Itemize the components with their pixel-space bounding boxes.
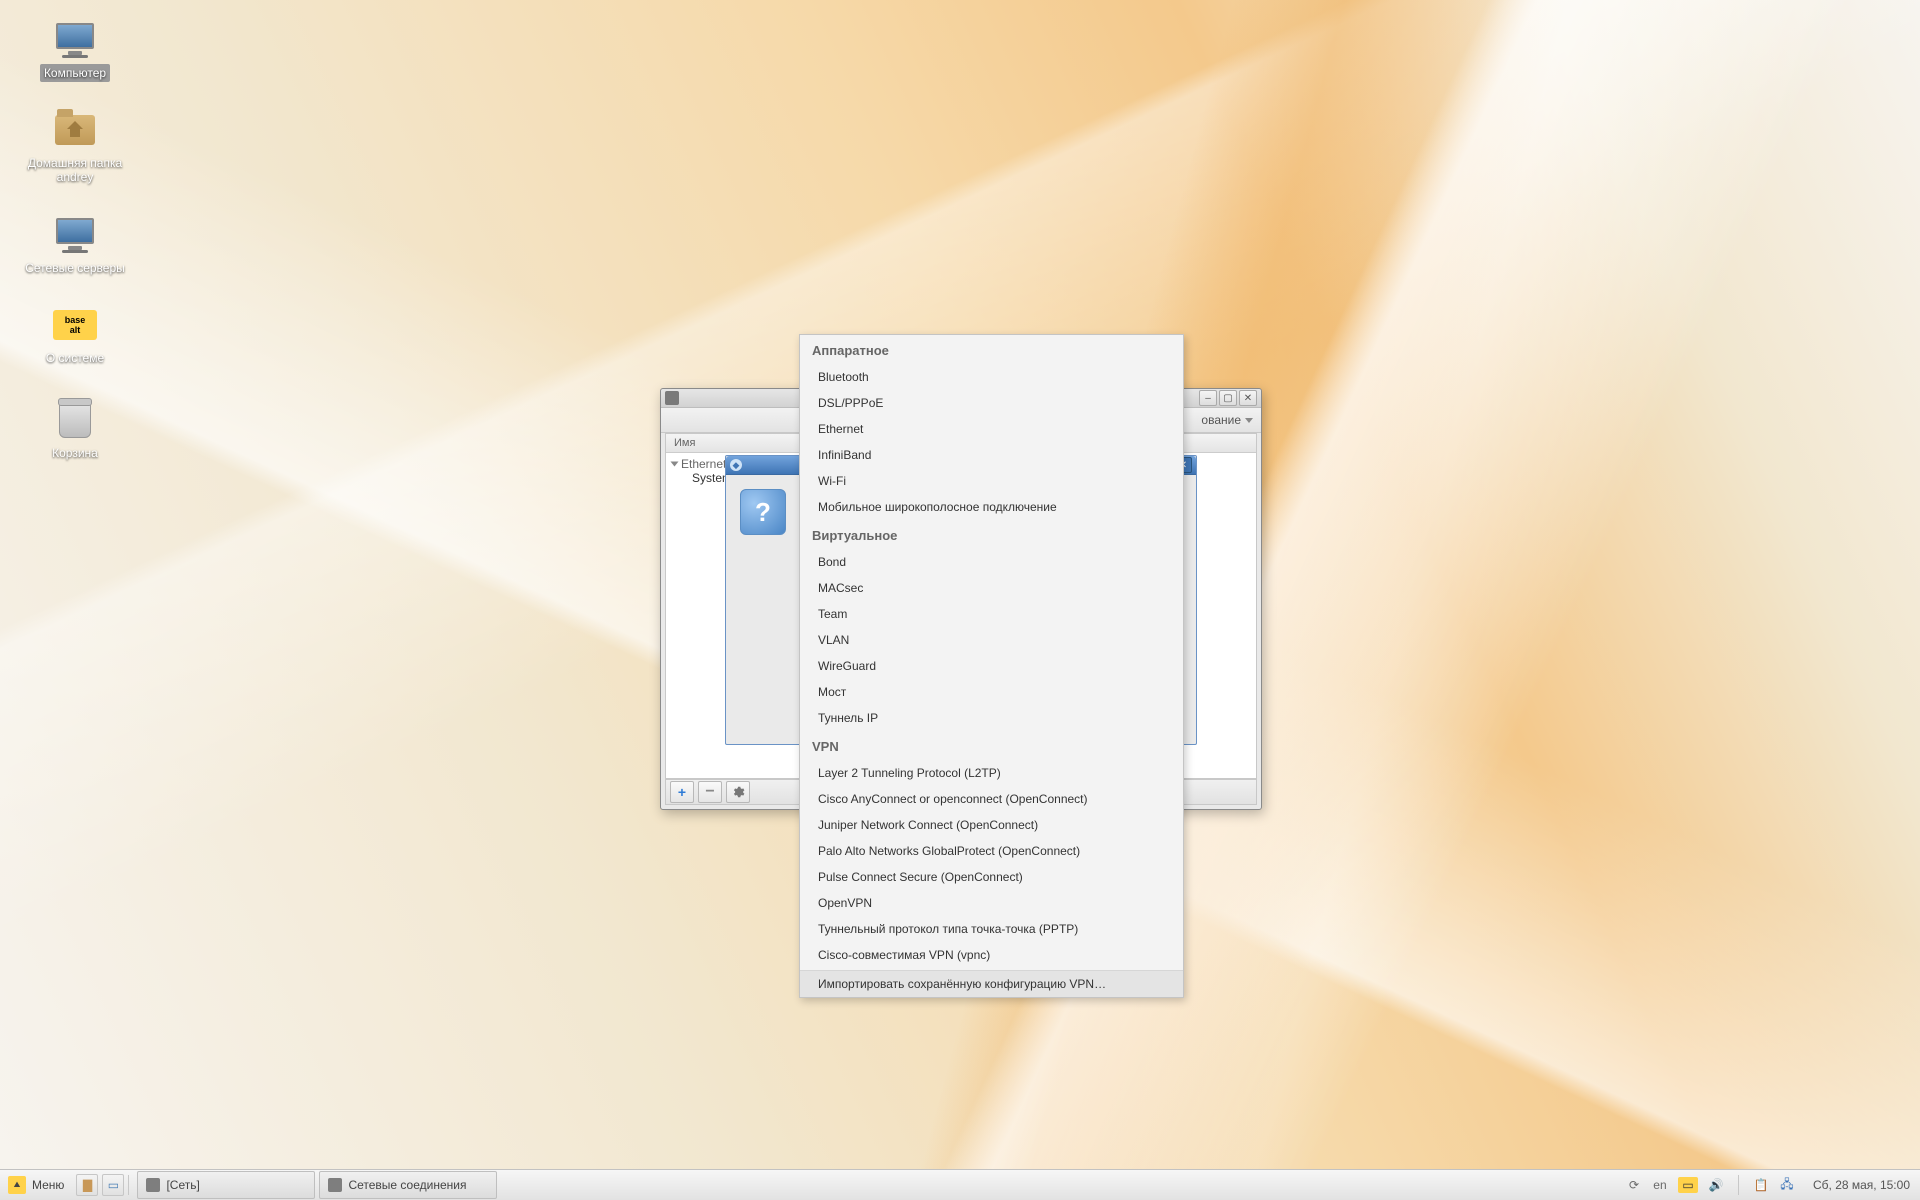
menu-section-header: VPN: [800, 731, 1183, 760]
taskbar-separator: [128, 1175, 129, 1195]
menu-item[interactable]: Palo Alto Networks GlobalProtect (OpenCo…: [800, 838, 1183, 864]
edit-connection-button[interactable]: [726, 781, 750, 803]
taskbar-task-nmce[interactable]: Сетевые соединения: [319, 1171, 497, 1199]
connection-type-menu: АппаратноеBluetoothDSL/PPPoEEthernetInfi…: [799, 334, 1184, 998]
quicklaunch-files[interactable]: ▇: [76, 1174, 98, 1196]
menu-item[interactable]: Pulse Connect Secure (OpenConnect): [800, 864, 1183, 890]
minimize-button[interactable]: –: [1199, 390, 1217, 406]
menu-section-header: Аппаратное: [800, 335, 1183, 364]
desktop-icon-label: Сетевые серверы: [21, 259, 129, 277]
menu-item[interactable]: Cisco-совместимая VPN (vpnc): [800, 942, 1183, 968]
maximize-button[interactable]: ▢: [1219, 390, 1237, 406]
menu-item[interactable]: Layer 2 Tunneling Protocol (L2TP): [800, 760, 1183, 786]
menu-item[interactable]: Ethernet: [800, 416, 1183, 442]
remove-connection-button[interactable]: −: [698, 781, 722, 803]
menu-item[interactable]: Bond: [800, 549, 1183, 575]
taskbar: ⛰ Меню ▇ ▭ [Сеть] Сетевые соединения ⟳ e…: [0, 1169, 1920, 1200]
trash-icon: [51, 400, 99, 440]
menu-item[interactable]: OpenVPN: [800, 890, 1183, 916]
chevron-down-icon: [1245, 418, 1253, 423]
basealt-icon: basealt: [51, 305, 99, 345]
window-icon: [665, 391, 679, 405]
task-label: Сетевые соединения: [348, 1178, 466, 1192]
desktop-icon-label: Домашняя папка andrey: [20, 154, 130, 186]
menu-item[interactable]: Туннельный протокол типа точка-точка (PP…: [800, 916, 1183, 942]
toolbar-sort-label: ование: [1201, 413, 1241, 427]
menu-item[interactable]: Мост: [800, 679, 1183, 705]
gear-icon: [731, 785, 745, 799]
desktop-icon-trash[interactable]: Корзина: [20, 400, 130, 462]
tray-network-icon[interactable]: 🖧: [1779, 1177, 1795, 1193]
tray-separator: [1738, 1175, 1739, 1195]
menu-item[interactable]: Туннель IP: [800, 705, 1183, 731]
menu-item[interactable]: Wi-Fi: [800, 468, 1183, 494]
window-icon: [328, 1178, 342, 1192]
menu-item[interactable]: Bluetooth: [800, 364, 1183, 390]
menu-item[interactable]: VLAN: [800, 627, 1183, 653]
tray-volume-icon[interactable]: 🔊: [1708, 1177, 1724, 1193]
desktop-icon-about[interactable]: basealt О системе: [20, 305, 130, 367]
menu-item[interactable]: Мобильное широкополосное подключение: [800, 494, 1183, 520]
start-menu-label: Меню: [32, 1178, 64, 1192]
desktop-icon-label: Компьютер: [40, 64, 110, 82]
folder-home-icon: [51, 110, 99, 150]
tray-display-icon[interactable]: ▭: [1678, 1177, 1698, 1193]
menu-item[interactable]: InfiniBand: [800, 442, 1183, 468]
tray-updates-icon[interactable]: ⟳: [1626, 1177, 1642, 1193]
desktop-icon-label: О системе: [42, 349, 108, 367]
menu-item[interactable]: DSL/PPPoE: [800, 390, 1183, 416]
menu-item[interactable]: Cisco AnyConnect or openconnect (OpenCon…: [800, 786, 1183, 812]
menu-item[interactable]: Team: [800, 601, 1183, 627]
taskbar-task-net[interactable]: [Сеть]: [137, 1171, 315, 1199]
menu-item[interactable]: Juniper Network Connect (OpenConnect): [800, 812, 1183, 838]
tray-keyboard-lang[interactable]: en: [1652, 1177, 1668, 1193]
chevron-down-icon: [671, 462, 679, 467]
folder-icon: ▇: [83, 1178, 92, 1192]
desktop-icon-home[interactable]: Домашняя папка andrey: [20, 110, 130, 186]
desktop-icon-netservers[interactable]: Сетевые серверы: [20, 215, 130, 277]
task-label: [Сеть]: [166, 1178, 199, 1192]
desktop-icon-label: Корзина: [48, 444, 102, 462]
add-connection-button[interactable]: +: [670, 781, 694, 803]
desktop-icon-computer[interactable]: Компьютер: [20, 20, 130, 82]
window-icon: [146, 1178, 160, 1192]
menu-section-header: Виртуальное: [800, 520, 1183, 549]
system-tray: ⟳ en ▭ 🔊 📋 🖧: [1618, 1175, 1803, 1195]
start-menu-button[interactable]: ⛰ Меню: [0, 1172, 72, 1198]
taskbar-clock[interactable]: Сб, 28 мая, 15:00: [1803, 1178, 1920, 1192]
question-icon: ?: [740, 489, 786, 535]
tray-clipboard-icon[interactable]: 📋: [1753, 1177, 1769, 1193]
distro-logo-icon: ⛰: [8, 1176, 26, 1194]
toolbar-sort-dropdown[interactable]: ование: [1201, 413, 1253, 427]
desktop-icon: ▭: [108, 1178, 119, 1192]
menu-item[interactable]: WireGuard: [800, 653, 1183, 679]
quicklaunch-show-desktop[interactable]: ▭: [102, 1174, 124, 1196]
computer-icon: [51, 20, 99, 60]
menu-item[interactable]: MACsec: [800, 575, 1183, 601]
close-button[interactable]: ✕: [1239, 390, 1257, 406]
menu-item-import-vpn[interactable]: Импортировать сохранённую конфигурацию V…: [800, 971, 1183, 997]
network-servers-icon: [51, 215, 99, 255]
dialog-icon: ◆: [730, 459, 742, 471]
